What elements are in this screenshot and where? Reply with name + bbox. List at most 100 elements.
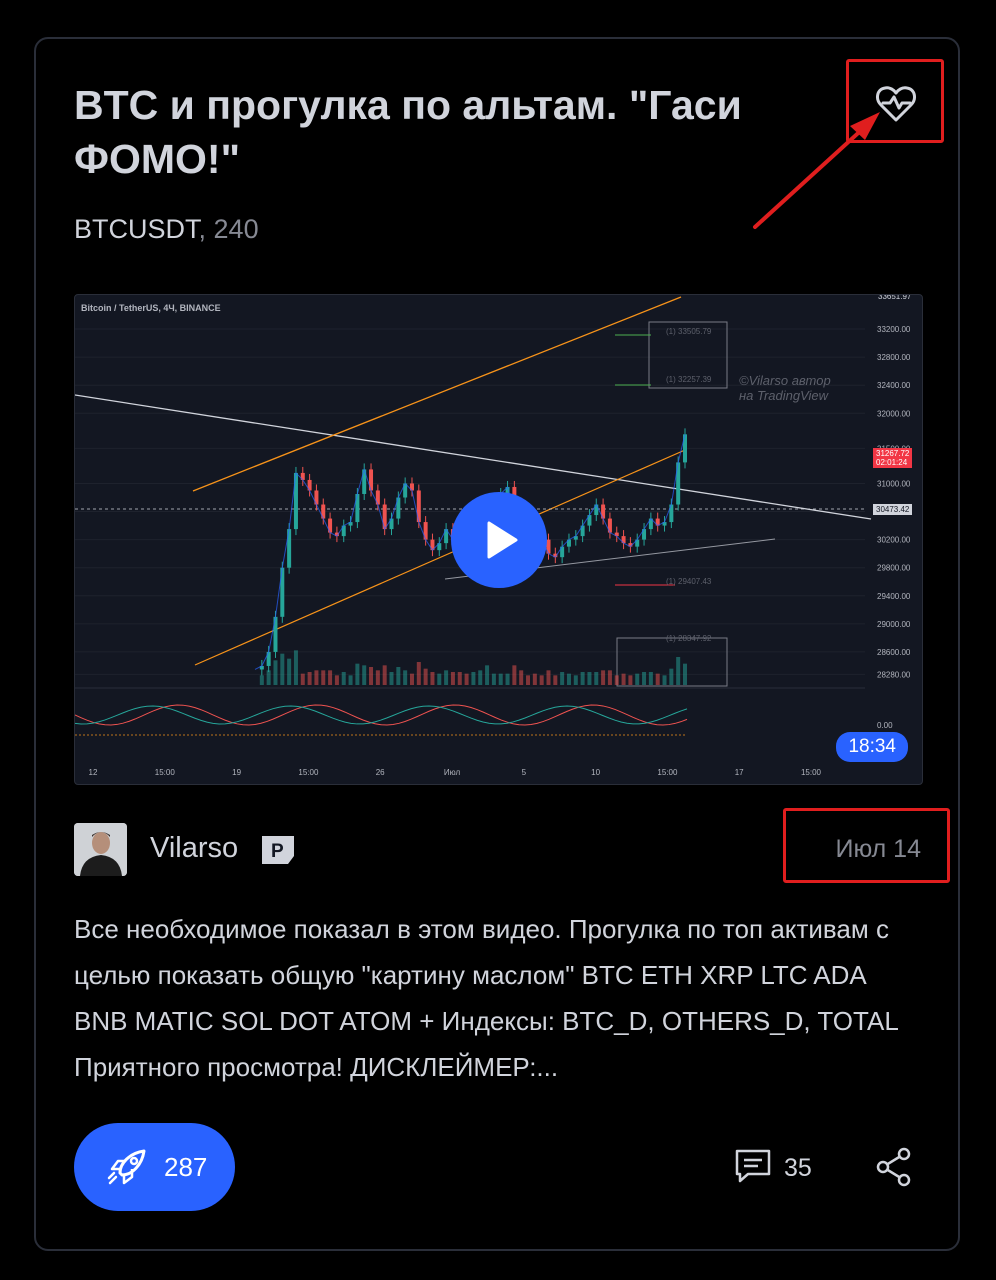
play-icon <box>487 521 518 559</box>
volume-bar <box>396 667 401 685</box>
x-tick-label: 19 <box>232 768 241 777</box>
watermark-line-2: на TradingView <box>739 388 829 403</box>
video-duration-badge: 18:34 <box>836 732 908 762</box>
volume-bar <box>348 675 353 685</box>
watermark: ©Vilarso автор на TradingView <box>739 373 831 403</box>
volume-bar <box>307 672 312 685</box>
y-tick-label: 29000.00 <box>877 620 911 629</box>
comments-button[interactable]: 35 <box>734 1148 824 1188</box>
share-icon[interactable] <box>874 1146 914 1188</box>
volume-bar <box>369 667 374 685</box>
volume-bar <box>341 672 346 685</box>
fib-label-low: (1) 29407.43 <box>666 577 712 586</box>
volume-bar <box>573 675 578 685</box>
volume-bar <box>375 670 380 685</box>
volume-bar <box>532 673 537 685</box>
x-tick-label: 26 <box>376 768 385 777</box>
volume-bar <box>457 672 462 685</box>
volume-bar <box>362 665 367 685</box>
volume-bar <box>450 672 455 685</box>
volume-bar <box>403 670 408 685</box>
volume-bar <box>566 673 571 685</box>
x-tick-label: 5 <box>522 768 527 777</box>
y-tick-label: 32400.00 <box>877 381 911 390</box>
volume-bar <box>655 673 660 685</box>
volume-bar <box>614 675 619 685</box>
last-price-tag: 31267.72 02:01:24 <box>873 448 913 468</box>
avatar-image <box>74 823 127 876</box>
fib-label-mid: (1) 32257.39 <box>666 375 712 384</box>
boost-button[interactable]: 287 <box>74 1123 235 1211</box>
volume-bar <box>485 665 490 685</box>
watermark-line-1: ©Vilarso автор <box>739 373 831 388</box>
idea-description[interactable]: Все необходимое показал в этом видео. Пр… <box>74 906 904 1090</box>
volume-bar <box>635 673 640 685</box>
volume-bar <box>437 673 442 685</box>
date-highlight: Июл 14 <box>783 808 950 883</box>
x-tick-label: 15:00 <box>801 768 822 777</box>
symbol-name[interactable]: BTCUSDT <box>74 214 199 244</box>
rocket-icon <box>107 1149 146 1185</box>
volume-bar <box>662 675 667 685</box>
trendline-orange-top <box>192 296 682 492</box>
volume-bar <box>471 672 476 685</box>
volume-bar <box>683 663 687 685</box>
author-name[interactable]: Vilarso <box>150 832 238 865</box>
play-button[interactable] <box>451 492 547 588</box>
last-price-value: 31267.72 <box>876 449 910 458</box>
volume-bar <box>498 673 503 685</box>
y-tick-label: 29800.00 <box>877 564 911 573</box>
volume-bar <box>430 672 435 685</box>
volume-bar <box>669 668 674 685</box>
y-tick-label: 30200.00 <box>877 536 911 545</box>
author-avatar[interactable] <box>74 823 127 876</box>
heart-pulse-icon[interactable] <box>875 84 917 124</box>
volume-bar <box>259 675 264 685</box>
fib-label-bottom: (1) 28347.92 <box>666 634 712 643</box>
volume-bar <box>409 673 414 685</box>
bar-countdown: 02:01:24 <box>876 458 908 467</box>
y-tick-label: 33200.00 <box>877 325 911 334</box>
y-tick-label: 32000.00 <box>877 409 911 418</box>
x-tick-label: 15:00 <box>155 768 176 777</box>
favorite-highlight <box>846 59 944 143</box>
pro-badge-letter: P <box>271 841 284 862</box>
volume-bar <box>546 670 551 685</box>
pro-badge: P <box>262 836 294 864</box>
volume-bar <box>642 672 647 685</box>
volume-bar <box>607 670 612 685</box>
volume-bar <box>601 670 606 685</box>
x-tick-label: 17 <box>735 768 744 777</box>
volume-bar <box>491 673 496 685</box>
symbol-interval-separator: , <box>198 214 214 244</box>
oscillator-signal-line <box>75 705 688 725</box>
fib-label-top: (1) 33505.79 <box>666 327 712 336</box>
volume-bar <box>287 658 292 685</box>
y-tick-label: 32800.00 <box>877 353 911 362</box>
volume-bar <box>444 670 449 685</box>
volume-bar <box>560 672 565 685</box>
x-tick-label: Июл <box>444 768 461 777</box>
trendline-orange-mid <box>194 449 686 666</box>
video-preview[interactable]: 33200.0032800.0032400.0032000.0031500.00… <box>74 294 923 785</box>
volume-bar <box>464 673 469 685</box>
y-tick-label: 31000.00 <box>877 479 911 488</box>
y-tick-label: 29400.00 <box>877 592 911 601</box>
comments-count: 35 <box>784 1154 812 1182</box>
x-tick-label: 15:00 <box>298 768 319 777</box>
x-tick-label: 12 <box>89 768 98 777</box>
idea-title[interactable]: BTC и прогулка по альтам. "Гаси ФОМО!" <box>74 78 834 186</box>
volume-bar <box>416 662 421 685</box>
symbol-line[interactable]: BTCUSDT, 240 <box>74 214 259 245</box>
chart-symbol-label: Bitcoin / TetherUS, 4Ч, BINANCE <box>81 303 221 313</box>
volume-bar <box>519 670 524 685</box>
volume-bar <box>628 675 633 685</box>
x-tick-label: 10 <box>591 768 600 777</box>
oscillator-tick-label: 0.00 <box>877 721 893 730</box>
volume-bar <box>587 672 592 685</box>
volume-bar <box>382 665 387 685</box>
volume-bar <box>539 675 544 685</box>
volume-bar <box>328 670 333 685</box>
volume-bar <box>334 675 339 685</box>
volume-bar <box>273 660 278 685</box>
